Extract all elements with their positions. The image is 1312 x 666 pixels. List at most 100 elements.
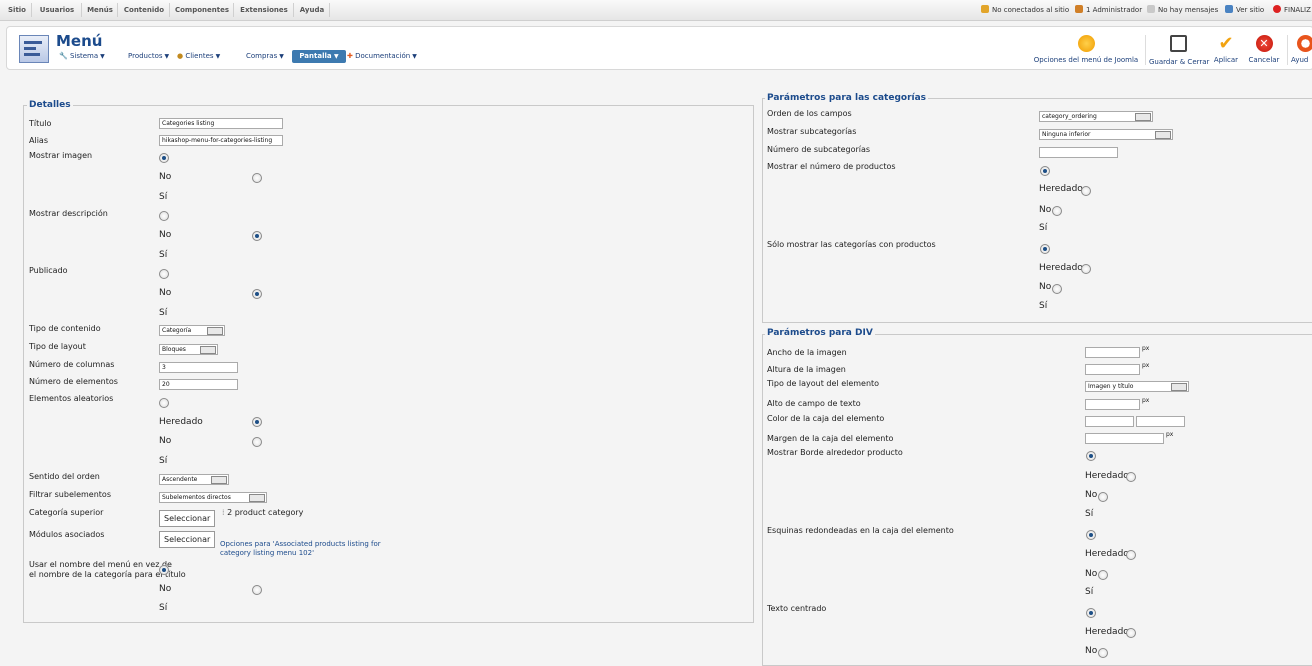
tipo-layout-label: Tipo de layout: [29, 342, 86, 351]
save-close-button[interactable]: Guardar & Cerrar: [1149, 35, 1209, 66]
tipo-layout-select[interactable]: Bloques: [159, 344, 218, 355]
num-sub-label: Número de subcategorías: [767, 145, 871, 154]
altura-imagen-input[interactable]: [1085, 364, 1140, 375]
option-no: No: [159, 172, 172, 182]
texto-centrado-radio-1[interactable]: [1086, 608, 1096, 618]
categoria-superior-label: Categoría superior: [29, 508, 104, 517]
mostrar-borde-radio-3[interactable]: [1098, 492, 1108, 502]
num-productos-radio-3[interactable]: [1052, 206, 1062, 216]
submenu-pantalla[interactable]: Pantalla ▼: [292, 50, 346, 63]
option-si: Sí: [1085, 587, 1094, 597]
submenu-sistema[interactable]: 🔧 Sistema ▼: [59, 52, 105, 60]
submenu-clientes[interactable]: ● Clientes ▼: [177, 52, 220, 60]
usar-nombre-radio-2[interactable]: [252, 585, 262, 595]
margen-caja-label: Margen de la caja del elemento: [767, 434, 894, 443]
option-heredado: Heredado: [1085, 471, 1129, 481]
px-unit: px: [1142, 397, 1150, 404]
menu-ayuda[interactable]: Ayuda: [295, 3, 330, 17]
categoria-superior-button[interactable]: Seleccionar: [159, 510, 216, 527]
modulos-button[interactable]: Seleccionar: [159, 531, 216, 548]
alto-campo-texto-label: Alto de campo de texto: [767, 399, 861, 408]
tipo-contenido-select[interactable]: Categoría: [159, 325, 225, 336]
num-elementos-input[interactable]: 20: [159, 379, 238, 390]
num-sub-input[interactable]: [1039, 147, 1118, 158]
num-productos-radio-1[interactable]: [1040, 166, 1050, 176]
orden-select[interactable]: category_ordering: [1039, 111, 1153, 122]
logout-link[interactable]: FINALIZ: [1273, 5, 1311, 14]
view-site-text: Ver sitio: [1236, 6, 1265, 14]
esquinas-radio-2[interactable]: [1126, 550, 1136, 560]
mostrar-descripcion-radio-1[interactable]: [159, 211, 169, 221]
toolbar-separator: [1287, 35, 1288, 65]
usar-nombre-line1: Usar el nombre del menú en vez de: [29, 560, 172, 569]
ancho-imagen-input[interactable]: [1085, 347, 1140, 358]
publicado-radio-2[interactable]: [252, 289, 262, 299]
joomla-options-button[interactable]: Opciones del menú de Joomla: [1031, 35, 1141, 64]
menu-contenido[interactable]: Contenido: [119, 3, 170, 17]
esquinas-radio-1[interactable]: [1086, 530, 1096, 540]
esquinas-radio-3[interactable]: [1098, 570, 1108, 580]
modulos-options-link[interactable]: Opciones para 'Associated products listi…: [220, 540, 390, 558]
dropdown-icon: [249, 494, 265, 502]
view-site-link[interactable]: Ver sitio: [1225, 5, 1264, 14]
submenu-compras-label: Compras: [246, 52, 278, 60]
num-elementos-label: Número de elementos: [29, 377, 118, 386]
mostrar-borde-radio-2[interactable]: [1126, 472, 1136, 482]
option-no: No: [1085, 569, 1098, 579]
cancel-button[interactable]: ✕ Cancelar: [1248, 35, 1280, 64]
top-menu-bar: Sitio Usuarios Menús Contenido Component…: [0, 0, 1312, 21]
filtrar-select[interactable]: Subelementos directos: [159, 492, 267, 503]
menu-sitio[interactable]: Sitio: [3, 3, 32, 17]
texto-centrado-radio-3[interactable]: [1098, 648, 1108, 658]
option-si: Sí: [159, 250, 168, 260]
mostrar-imagen-radio-1[interactable]: [159, 153, 169, 163]
help-button[interactable]: Ayud: [1291, 35, 1312, 64]
titulo-input[interactable]: Categories listing: [159, 118, 283, 129]
aleatorios-radio-3[interactable]: [252, 437, 262, 447]
num-columnas-input[interactable]: 3: [159, 362, 238, 373]
mostrar-imagen-radio-2[interactable]: [252, 173, 262, 183]
sentido-orden-select[interactable]: Ascendente: [159, 474, 229, 485]
margen-caja-input[interactable]: [1085, 433, 1164, 444]
submenu-productos[interactable]: Productos ▼: [128, 52, 169, 60]
aleatorios-radio-2[interactable]: [252, 417, 262, 427]
mostrar-descripcion-radio-2[interactable]: [252, 231, 262, 241]
submenu-compras[interactable]: Compras ▼: [246, 52, 284, 60]
mostrar-borde-radio-1[interactable]: [1086, 451, 1096, 461]
page-title: Menú: [56, 32, 103, 50]
aleatorios-radio-1[interactable]: [159, 398, 169, 408]
submenu-documentacion[interactable]: ✚ Documentación ▼: [347, 52, 417, 60]
apply-button[interactable]: ✔ Aplicar: [1213, 35, 1239, 65]
status-messages: No hay mensajes: [1147, 5, 1218, 14]
menu-menus[interactable]: Menús: [83, 3, 118, 17]
solo-mostrar-radio-2[interactable]: [1081, 264, 1091, 274]
menu-componentes[interactable]: Componentes: [171, 3, 234, 17]
num-productos-radio-2[interactable]: [1081, 186, 1091, 196]
color-caja-input-2[interactable]: [1136, 416, 1185, 427]
usar-nombre-radio-1[interactable]: [159, 565, 169, 575]
solo-mostrar-radio-1[interactable]: [1040, 244, 1050, 254]
caret-down-icon: ▼: [412, 53, 417, 60]
menu-usuarios[interactable]: Usuarios: [33, 3, 82, 17]
toolbar-separator: [1145, 35, 1146, 65]
upload-icon: [1077, 35, 1095, 52]
div-params-legend: Parámetros para DIV: [765, 328, 875, 338]
submenu-sistema-label: Sistema: [69, 52, 99, 60]
mostrar-sub-select[interactable]: Ninguna inferior: [1039, 129, 1173, 140]
texto-centrado-radio-2[interactable]: [1126, 628, 1136, 638]
caret-down-icon: ▼: [334, 53, 339, 60]
menu-extensiones[interactable]: Extensiones: [235, 3, 294, 17]
color-caja-input-1[interactable]: [1085, 416, 1134, 427]
alias-input[interactable]: hikashop-menu-for-categories-listing: [159, 135, 283, 146]
tipo-layout-elemento-select[interactable]: Imagen y título: [1085, 381, 1189, 392]
publicado-radio-1[interactable]: [159, 269, 169, 279]
lifebuoy-icon: ✚: [347, 52, 353, 60]
ancho-imagen-label: Ancho de la imagen: [767, 348, 847, 357]
option-si: Sí: [159, 308, 168, 318]
dropdown-icon: [1171, 383, 1187, 391]
elementos-aleatorios-label: Elementos aleatorios: [29, 394, 114, 403]
solo-mostrar-radio-3[interactable]: [1052, 284, 1062, 294]
alto-campo-texto-input[interactable]: [1085, 399, 1140, 410]
cancel-icon: ✕: [1255, 35, 1273, 52]
wrench-icon: 🔧: [59, 52, 68, 60]
